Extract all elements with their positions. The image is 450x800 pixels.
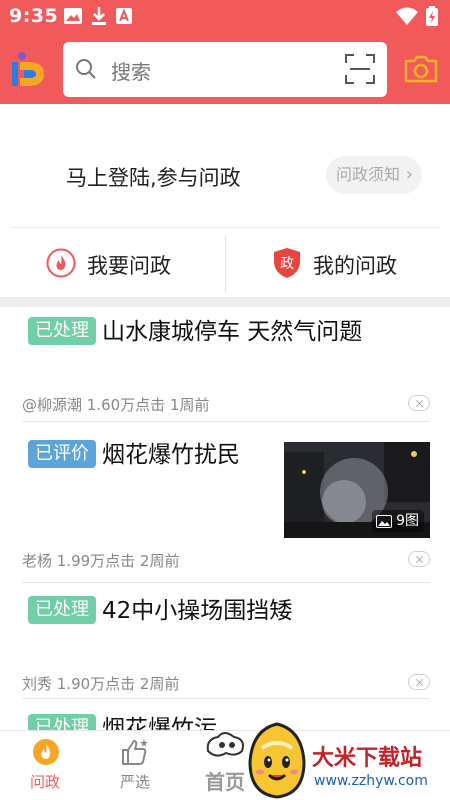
item-title-text: 烟花爆竹污... (102, 716, 239, 730)
notice-label: 问政须知 (336, 165, 401, 184)
my-questions-button[interactable]: 政 我的问政 (226, 228, 439, 298)
list-item[interactable]: 已处理 42中小操场围挡矮 刘秀 1.90万点击 2周前 (22, 584, 430, 699)
status-badge: 已处理 (28, 714, 96, 730)
action-bar: 我要问政 政 我的问政 (12, 227, 440, 297)
tab-wenzheng-label: 问政 (29, 773, 60, 791)
image-icon (376, 514, 393, 528)
ask-question-button[interactable]: 我要问政 (12, 228, 225, 298)
camera-icon[interactable] (404, 55, 438, 83)
shield-char: 政 (280, 256, 294, 272)
item-meta: 刘秀 1.90万点击 2周前 (22, 675, 180, 693)
item-title: 已评价 烟花爆竹扰民 (28, 440, 240, 470)
tab-yanxuan-label: 严选 (119, 773, 150, 791)
item-title-text: 42中小操场围挡矮 (102, 598, 293, 624)
item-title: 已处理 山水康城停车 天然气问题 (28, 317, 362, 347)
tab-yanxuan[interactable]: 严选 (90, 731, 180, 800)
flame-icon (33, 739, 59, 765)
image-count-badge: 9图 (372, 510, 424, 532)
login-prompt[interactable]: 马上登陆,参与问政 (66, 162, 241, 192)
status-badge: 已评价 (28, 440, 96, 468)
status-bar: 9:35 (0, 0, 450, 34)
download-icon (92, 7, 106, 25)
image-notification-icon (64, 8, 82, 24)
status-badge: 已处理 (28, 317, 96, 345)
item-title: 已处理 烟花爆竹污... (28, 714, 239, 730)
chevron-right-icon: › (405, 164, 413, 185)
font-notification-icon (116, 8, 132, 24)
search-input[interactable]: 搜索 (63, 42, 387, 97)
dismiss-icon[interactable] (408, 674, 430, 690)
item-title-text: 山水康城停车 天然气问题 (102, 319, 363, 345)
image-count: 9图 (396, 513, 419, 529)
search-icon (76, 59, 96, 79)
item-meta: @柳源潮 1.60万点击 1周前 (22, 396, 210, 414)
dismiss-icon[interactable] (408, 551, 430, 567)
watermark-url: www.zzhyw.com (314, 773, 428, 789)
ask-question-label: 我要问政 (87, 254, 171, 278)
status-time: 9:35 (9, 5, 59, 27)
section-divider (0, 297, 450, 307)
item-meta: 老杨 1.99万点击 2周前 (22, 552, 180, 570)
question-feed[interactable]: 已处理 山水康城停车 天然气问题 @柳源潮 1.60万点击 1周前 已评价 烟花爆竹… (0, 307, 450, 730)
system-icons (396, 6, 438, 26)
my-questions-label: 我的问政 (313, 254, 397, 278)
item-title-text: 烟花爆竹扰民 (102, 442, 240, 468)
flame-icon (46, 248, 76, 278)
notice-button[interactable]: 问政须知 › (326, 156, 422, 194)
login-prompt-row[interactable]: 马上登陆,参与问政 问政须知 › (0, 130, 450, 226)
thumbs-up-icon (122, 739, 148, 765)
watermark: 大米下载站 www.zzhyw.com (238, 718, 450, 800)
app-logo-icon (12, 52, 44, 86)
tab-wenzheng[interactable]: 问政 (0, 731, 90, 800)
dismiss-icon[interactable] (408, 395, 430, 411)
top-header: 9:35 搜索 (0, 0, 450, 104)
shield-icon: 政 (274, 248, 300, 278)
watermark-name: 大米下载站 (312, 746, 423, 771)
scan-icon[interactable] (345, 54, 375, 84)
search-placeholder: 搜索 (111, 60, 151, 84)
list-item[interactable]: 已处理 山水康城停车 天然气问题 @柳源潮 1.60万点击 1周前 (22, 307, 430, 422)
mascot-logo-icon (248, 722, 306, 799)
wifi-icon (396, 7, 418, 25)
status-badge: 已处理 (28, 596, 96, 624)
item-title: 已处理 42中小操场围挡矮 (28, 596, 292, 626)
item-thumbnail[interactable]: 9图 (284, 442, 430, 538)
list-item[interactable]: 已评价 烟花爆竹扰民 9图 老杨 1.99万点击 2周前 (22, 423, 430, 583)
battery-icon (426, 6, 438, 26)
notification-icons (64, 7, 132, 25)
